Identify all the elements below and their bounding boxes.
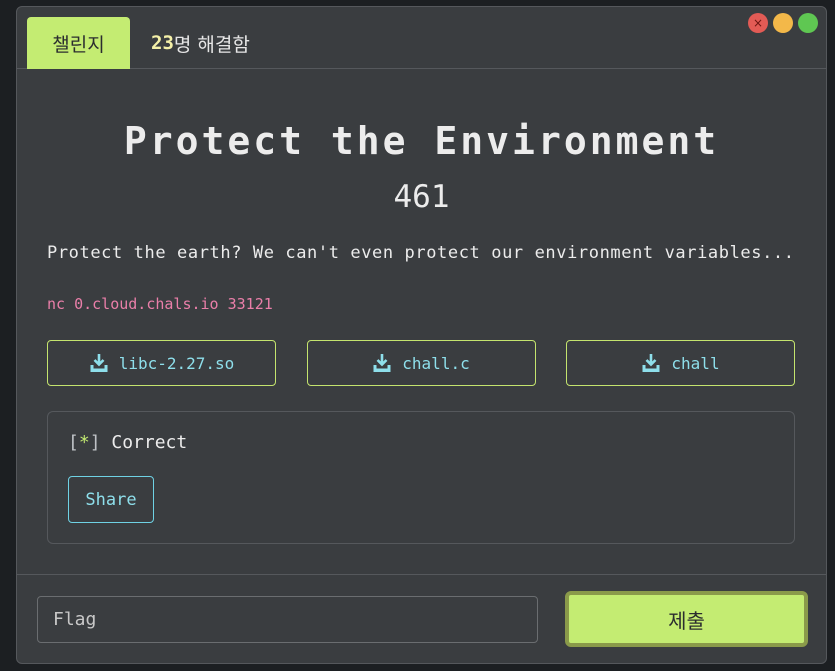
- bracket-open: [: [68, 432, 79, 453]
- challenge-title: Protect the Environment: [123, 119, 720, 163]
- file-download-button[interactable]: chall: [566, 340, 795, 386]
- tab-bar: 챌린지 23 명 해결함 ×: [17, 7, 826, 69]
- download-icon: [642, 354, 660, 372]
- file-name: libc-2.27.so: [118, 353, 235, 373]
- download-icon: [373, 354, 391, 372]
- flag-input[interactable]: [37, 596, 538, 643]
- challenge-description: Protect the earth? We can't even protect…: [47, 243, 795, 263]
- solve-count: 23: [151, 32, 174, 54]
- tab-solves[interactable]: 23 명 해결함: [151, 17, 250, 69]
- challenge-points: 461: [393, 179, 450, 215]
- bracket-close: ]: [89, 432, 101, 453]
- status-marker: *: [78, 432, 90, 453]
- file-name: chall.c: [402, 353, 470, 373]
- result-message: [*] Correct: [68, 432, 187, 453]
- connection-info: nc 0.cloud.chals.io 33121: [47, 295, 273, 313]
- submission-footer: 제출: [17, 574, 826, 663]
- file-download-button[interactable]: chall.c: [306, 340, 536, 386]
- window-controls: ×: [748, 13, 818, 33]
- download-icon: [90, 354, 108, 372]
- close-icon[interactable]: ×: [748, 13, 768, 33]
- submit-button[interactable]: 제출: [565, 591, 808, 647]
- challenge-modal: 챌린지 23 명 해결함 × Protect the Environment 46…: [16, 6, 827, 664]
- result-text: Correct: [111, 432, 188, 453]
- file-download-button[interactable]: libc-2.27.so: [47, 340, 276, 386]
- solve-count-suffix: 명 해결함: [173, 33, 250, 56]
- maximize-icon[interactable]: [798, 13, 818, 33]
- file-list: libc-2.27.so chall.c chall: [47, 340, 795, 386]
- minimize-icon[interactable]: [773, 13, 793, 33]
- result-panel: [*] Correct Share: [47, 411, 795, 544]
- tab-challenge[interactable]: 챌린지: [27, 17, 130, 69]
- file-name: chall: [671, 353, 720, 373]
- share-button[interactable]: Share: [68, 476, 154, 523]
